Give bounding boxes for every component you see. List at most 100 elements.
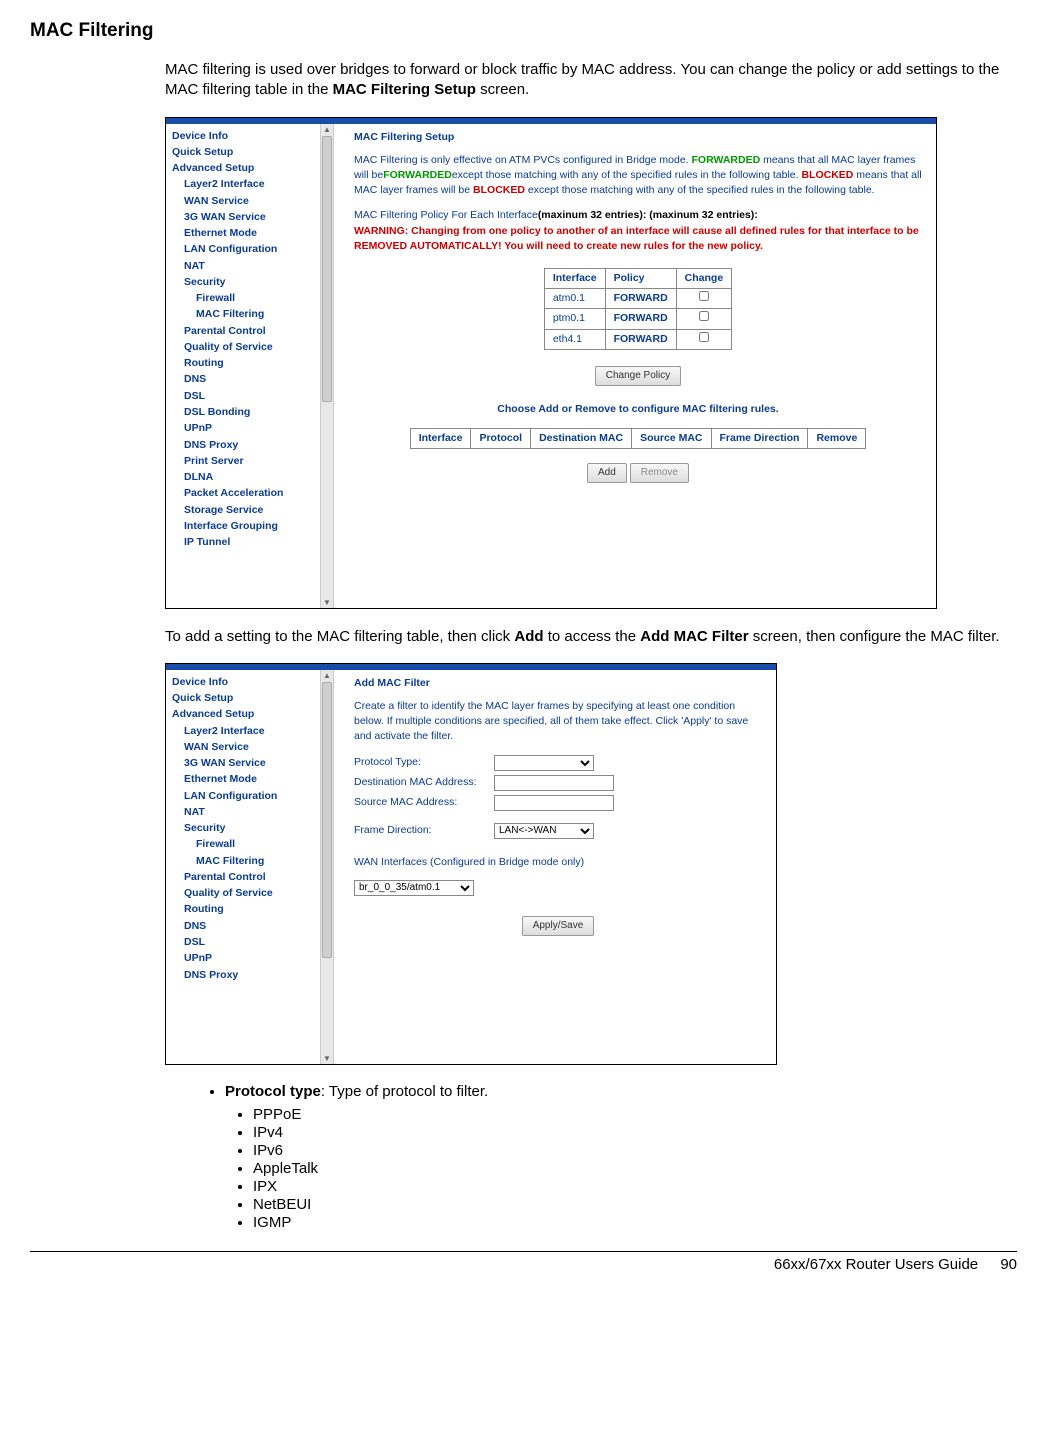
protocol-type-label: Protocol type bbox=[225, 1083, 321, 1100]
nav-packet-acceleration[interactable]: Packet Acceleration bbox=[172, 485, 320, 501]
nav-parental-control[interactable]: Parental Control bbox=[172, 323, 320, 339]
nav-dns-proxy[interactable]: DNS Proxy bbox=[172, 437, 320, 453]
nav-parental-control[interactable]: Parental Control bbox=[172, 869, 320, 885]
scroll-thumb[interactable] bbox=[322, 682, 332, 958]
change-checkbox[interactable] bbox=[699, 332, 709, 342]
nav-quick-setup[interactable]: Quick Setup bbox=[172, 144, 320, 160]
nav-ethernet-mode[interactable]: Ethernet Mode bbox=[172, 771, 320, 787]
nav-print-server[interactable]: Print Server bbox=[172, 453, 320, 469]
list-item: IPX bbox=[253, 1178, 1007, 1195]
cell-policy: FORWARD bbox=[605, 309, 676, 329]
change-checkbox[interactable] bbox=[699, 291, 709, 301]
wan-interface-select[interactable]: br_0_0_35/atm0.1 bbox=[354, 880, 474, 896]
nav-nat[interactable]: NAT bbox=[172, 258, 320, 274]
nav-routing[interactable]: Routing bbox=[172, 355, 320, 371]
t: except those matching with any of the sp… bbox=[525, 184, 875, 196]
nav-lan-configuration[interactable]: LAN Configuration bbox=[172, 241, 320, 257]
nav-routing[interactable]: Routing bbox=[172, 901, 320, 917]
content-pane: MAC Filtering Setup MAC Filtering is onl… bbox=[334, 124, 936, 608]
dest-mac-input[interactable] bbox=[494, 775, 614, 791]
wan-interfaces-line: WAN Interfaces (Configured in Bridge mod… bbox=[354, 855, 762, 870]
nav-device-info[interactable]: Device Info bbox=[172, 674, 320, 690]
cell-policy: FORWARD bbox=[605, 289, 676, 309]
add-button[interactable]: Add bbox=[587, 463, 627, 484]
warning-text: Changing from one policy to another of a… bbox=[354, 225, 919, 252]
change-checkbox[interactable] bbox=[699, 311, 709, 321]
footer-page-number: 90 bbox=[1000, 1256, 1017, 1273]
t: MAC Filtering Policy For Each Interface bbox=[354, 209, 538, 221]
t: Add bbox=[514, 628, 543, 645]
nav-upnp[interactable]: UPnP bbox=[172, 950, 320, 966]
col-change: Change bbox=[676, 269, 732, 289]
nav-advanced-setup[interactable]: Advanced Setup bbox=[172, 160, 320, 176]
nav-dsl[interactable]: DSL bbox=[172, 934, 320, 950]
nav-3g-wan-service[interactable]: 3G WAN Service bbox=[172, 755, 320, 771]
label-dest-mac: Destination MAC Address: bbox=[354, 775, 494, 790]
nav-mac-filtering[interactable]: MAC Filtering bbox=[172, 306, 320, 322]
change-policy-button[interactable]: Change Policy bbox=[595, 366, 681, 387]
col-frame-direction: Frame Direction bbox=[711, 428, 808, 448]
t: To add a setting to the MAC filtering ta… bbox=[165, 628, 514, 645]
nav-lan-configuration[interactable]: LAN Configuration bbox=[172, 788, 320, 804]
nav-quick-setup[interactable]: Quick Setup bbox=[172, 690, 320, 706]
nav-dns-proxy[interactable]: DNS Proxy bbox=[172, 967, 320, 983]
t: Add MAC Filter bbox=[640, 628, 748, 645]
protocol-type-desc: : Type of protocol to filter. bbox=[321, 1083, 488, 1100]
scroll-up-icon[interactable]: ▲ bbox=[321, 670, 333, 681]
scroll-down-icon[interactable]: ▼ bbox=[321, 1053, 333, 1064]
nav-quality-of-service[interactable]: Quality of Service bbox=[172, 885, 320, 901]
nav-interface-grouping[interactable]: Interface Grouping bbox=[172, 518, 320, 534]
page-title: MAC Filtering bbox=[30, 20, 1017, 42]
nav-security[interactable]: Security bbox=[172, 274, 320, 290]
nav-ip-tunnel[interactable]: IP Tunnel bbox=[172, 534, 320, 550]
scroll-thumb[interactable] bbox=[322, 136, 332, 402]
nav-storage-service[interactable]: Storage Service bbox=[172, 502, 320, 518]
nav-mac-filtering[interactable]: MAC Filtering bbox=[172, 853, 320, 869]
sidebar-nav: Device Info Quick Setup Advanced Setup L… bbox=[166, 124, 320, 608]
nav-upnp[interactable]: UPnP bbox=[172, 420, 320, 436]
protocol-type-select[interactable] bbox=[494, 755, 594, 771]
nav-firewall[interactable]: Firewall bbox=[172, 836, 320, 852]
page-footer: 66xx/67xx Router Users Guide 90 bbox=[30, 1251, 1017, 1273]
scroll-up-icon[interactable]: ▲ bbox=[321, 124, 333, 135]
nav-dsl[interactable]: DSL bbox=[172, 388, 320, 404]
nav-dns[interactable]: DNS bbox=[172, 918, 320, 934]
cell-interface: ptm0.1 bbox=[544, 309, 605, 329]
max-entries: (maxinum 32 entries): (maxinum 32 entrie… bbox=[538, 209, 758, 221]
nav-dsl-bonding[interactable]: DSL Bonding bbox=[172, 404, 320, 420]
nav-device-info[interactable]: Device Info bbox=[172, 128, 320, 144]
nav-firewall[interactable]: Firewall bbox=[172, 290, 320, 306]
screenshot-mac-filtering-setup: Device Info Quick Setup Advanced Setup L… bbox=[165, 117, 937, 609]
nav-3g-wan-service[interactable]: 3G WAN Service bbox=[172, 209, 320, 225]
nav-dlna[interactable]: DLNA bbox=[172, 469, 320, 485]
t: to access the bbox=[544, 628, 641, 645]
apply-save-button[interactable]: Apply/Save bbox=[522, 916, 595, 937]
nav-wan-service[interactable]: WAN Service bbox=[172, 193, 320, 209]
nav-dns[interactable]: DNS bbox=[172, 371, 320, 387]
col-interface: Interface bbox=[410, 428, 471, 448]
nav-security[interactable]: Security bbox=[172, 820, 320, 836]
blocked-label-2: BLOCKED bbox=[473, 184, 525, 196]
nav-quality-of-service[interactable]: Quality of Service bbox=[172, 339, 320, 355]
nav-nat[interactable]: NAT bbox=[172, 804, 320, 820]
scroll-down-icon[interactable]: ▼ bbox=[321, 597, 333, 608]
nav-wan-service[interactable]: WAN Service bbox=[172, 739, 320, 755]
nav-layer2-interface[interactable]: Layer2 Interface bbox=[172, 723, 320, 739]
col-interface: Interface bbox=[544, 269, 605, 289]
cell-policy: FORWARD bbox=[605, 329, 676, 349]
nav-ethernet-mode[interactable]: Ethernet Mode bbox=[172, 225, 320, 241]
nav-layer2-interface[interactable]: Layer2 Interface bbox=[172, 176, 320, 192]
forwarded-label-2: FORWARDED bbox=[383, 169, 452, 181]
rules-table: Interface Protocol Destination MAC Sourc… bbox=[410, 428, 867, 449]
screenshot-add-mac-filter: Device Info Quick Setup Advanced Setup L… bbox=[165, 663, 777, 1065]
nav-advanced-setup[interactable]: Advanced Setup bbox=[172, 706, 320, 722]
col-dest-mac: Destination MAC bbox=[531, 428, 632, 448]
source-mac-input[interactable] bbox=[494, 795, 614, 811]
list-item: IPv6 bbox=[253, 1142, 1007, 1159]
frame-direction-select[interactable]: LAN<->WAN bbox=[494, 823, 594, 839]
remove-button[interactable]: Remove bbox=[630, 463, 689, 484]
footer-title: 66xx/67xx Router Users Guide bbox=[774, 1256, 978, 1273]
cell-interface: eth4.1 bbox=[544, 329, 605, 349]
scrollbar[interactable]: ▲ ▼ bbox=[320, 124, 334, 608]
scrollbar[interactable]: ▲ ▼ bbox=[320, 670, 334, 1064]
